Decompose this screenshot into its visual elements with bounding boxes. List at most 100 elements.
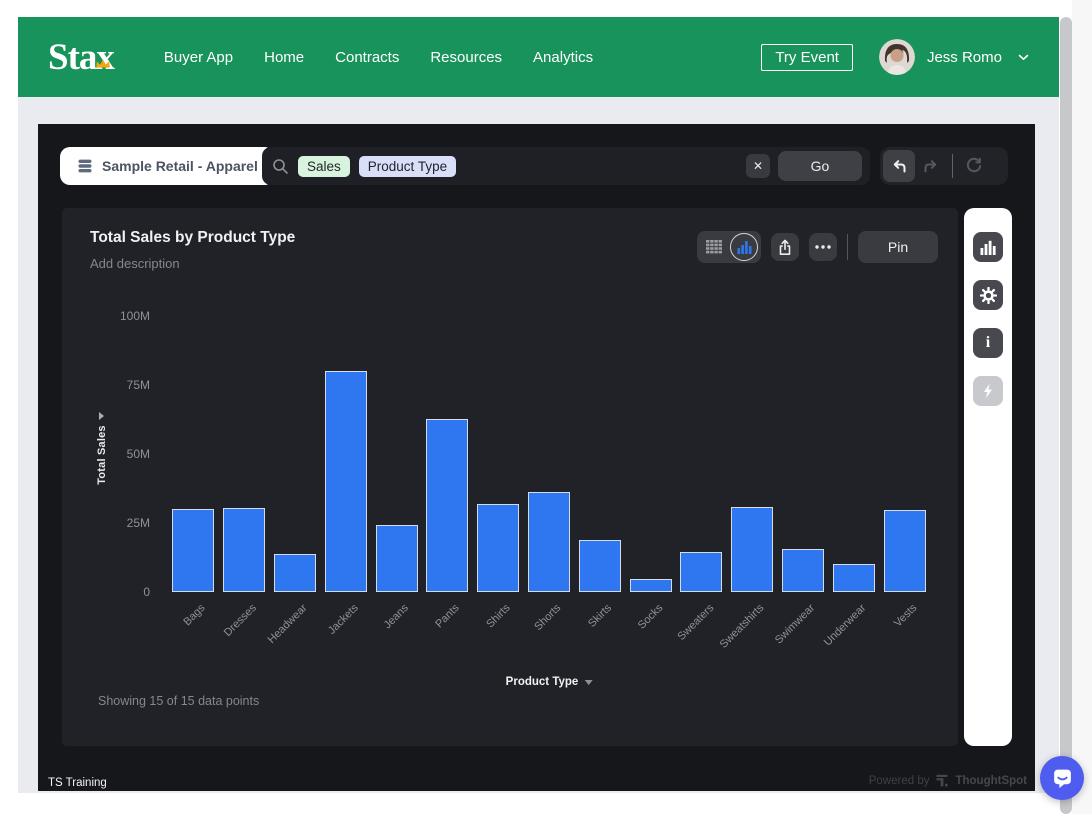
- divider: [952, 154, 953, 178]
- try-event-button[interactable]: Try Event: [761, 44, 853, 71]
- bar-shorts[interactable]: [528, 492, 570, 592]
- bar-shirts[interactable]: [477, 504, 519, 592]
- bar-skirts[interactable]: [579, 540, 621, 592]
- nav-analytics[interactable]: Analytics: [533, 49, 593, 66]
- y-tick-label: 100M: [80, 309, 150, 323]
- powered-by-brand: ThoughtSpot: [955, 775, 1027, 787]
- top-nav-bar: Stax Buyer App Home Contracts Resources …: [18, 17, 1059, 97]
- nav-home[interactable]: Home: [264, 49, 304, 66]
- x-tick-label: Underwear: [822, 602, 869, 649]
- page-scrollbar[interactable]: [1060, 17, 1072, 814]
- x-tick-label: Headwear: [266, 602, 310, 646]
- more-options-button[interactable]: [809, 233, 837, 261]
- page-title: TS Training: [48, 777, 107, 789]
- thoughtspot-logo-icon: [936, 774, 948, 787]
- redo-icon: [922, 158, 940, 174]
- bar-sweaters[interactable]: [680, 552, 722, 592]
- reset-button[interactable]: [958, 150, 990, 182]
- user-menu-chevron-down-icon[interactable]: [1018, 54, 1029, 61]
- x-axis-title-dropdown[interactable]: Product Type: [506, 676, 593, 688]
- chat-bubble-icon: [1051, 767, 1074, 790]
- share-button[interactable]: [771, 233, 799, 261]
- x-tick-label: Pants: [434, 602, 462, 630]
- y-tick-label: 25M: [80, 516, 150, 530]
- bar-underwear[interactable]: [833, 564, 875, 592]
- y-tick-label: 0: [80, 585, 150, 599]
- x-tick-label: Sweatshirts: [718, 602, 767, 651]
- bar-socks[interactable]: [630, 579, 672, 592]
- x-tick-label: Dresses: [222, 602, 259, 639]
- y-axis-arrow-icon[interactable]: [99, 412, 104, 420]
- reset-icon: [965, 157, 983, 175]
- chart-toolbar: Pin: [697, 231, 938, 263]
- bar-bags[interactable]: [172, 509, 214, 592]
- undo-redo-group: [880, 147, 1008, 185]
- bar-vests[interactable]: [884, 510, 926, 592]
- viz-type-toggle: [697, 231, 761, 263]
- scrollbar-track: [1072, 0, 1092, 814]
- x-tick-label: Bags: [182, 602, 208, 628]
- crown-icon: [95, 38, 111, 75]
- app-background: Sample Retail - Apparel Sales Product Ty…: [18, 97, 1059, 793]
- y-tick-label: 50M: [80, 447, 150, 461]
- data-source-selector[interactable]: Sample Retail - Apparel: [60, 147, 275, 185]
- spotiq-button[interactable]: [973, 376, 1003, 406]
- bar-jackets[interactable]: [325, 371, 367, 592]
- chart-view-button-selected[interactable]: [730, 233, 758, 261]
- bar-jeans[interactable]: [376, 525, 418, 592]
- y-tick-label: 75M: [80, 378, 150, 392]
- x-axis-title: Product Type: [506, 676, 579, 688]
- settings-button[interactable]: [973, 280, 1003, 310]
- gear-icon: [980, 287, 997, 304]
- answer-title[interactable]: Total Sales by Product Type: [90, 229, 295, 247]
- user-name[interactable]: Jess Romo: [927, 49, 1002, 66]
- x-tick-label: Jackets: [325, 602, 360, 637]
- chart-plot: Total Sales by Product Type Add descript…: [62, 208, 958, 746]
- x-tick-label: Sweaters: [675, 602, 716, 643]
- powered-by: Powered by ThoughtSpot: [869, 774, 1027, 787]
- bar-dresses[interactable]: [223, 508, 265, 592]
- chevron-down-icon: [584, 680, 592, 685]
- x-tick-label: Shirts: [484, 602, 512, 630]
- nav-buyer-app[interactable]: Buyer App: [164, 49, 233, 66]
- x-tick-label: Socks: [635, 602, 665, 632]
- search-icon: [272, 158, 289, 175]
- bar-chart-icon: [737, 240, 752, 254]
- x-tick-label: Jeans: [382, 602, 411, 631]
- search-token-sales[interactable]: Sales: [298, 156, 350, 177]
- chart-config-button[interactable]: [973, 232, 1003, 262]
- pin-button[interactable]: Pin: [858, 231, 938, 263]
- bar-pants[interactable]: [426, 419, 468, 592]
- bar-sweatshirts[interactable]: [731, 507, 773, 592]
- answer-description-placeholder[interactable]: Add description: [90, 256, 180, 271]
- undo-button[interactable]: [883, 150, 915, 182]
- close-icon: ✕: [753, 159, 763, 173]
- undo-icon: [890, 158, 908, 174]
- info-button[interactable]: i: [973, 328, 1003, 358]
- search-token-product-type[interactable]: Product Type: [359, 156, 456, 177]
- share-icon: [777, 239, 793, 256]
- bar-headwear[interactable]: [274, 554, 316, 592]
- answer-side-rail: i: [964, 208, 1012, 746]
- x-tick-label: Skirts: [586, 602, 614, 630]
- bar-swimwear[interactable]: [782, 549, 824, 592]
- x-tick-label: Shorts: [533, 602, 564, 633]
- divider: [847, 234, 848, 260]
- go-button[interactable]: Go: [778, 151, 862, 181]
- user-avatar[interactable]: [879, 39, 915, 75]
- ellipsis-icon: [815, 245, 831, 249]
- x-tick-label: Vests: [892, 602, 920, 630]
- data-point-count: Showing 15 of 15 data points: [98, 694, 259, 708]
- stax-logo[interactable]: Stax: [48, 39, 114, 76]
- chat-launcher-button[interactable]: [1040, 756, 1084, 800]
- thoughtspot-embed-panel: Sample Retail - Apparel Sales Product Ty…: [38, 124, 1035, 791]
- main-nav: Buyer App Home Contracts Resources Analy…: [164, 49, 593, 66]
- x-tick-label: Swimwear: [773, 602, 817, 646]
- clear-search-button[interactable]: ✕: [746, 154, 770, 178]
- nav-resources[interactable]: Resources: [430, 49, 502, 66]
- table-icon: [706, 240, 722, 254]
- redo-button[interactable]: [915, 150, 947, 182]
- nav-contracts[interactable]: Contracts: [335, 49, 399, 66]
- lightning-icon: [981, 383, 995, 399]
- table-view-button[interactable]: [700, 233, 728, 261]
